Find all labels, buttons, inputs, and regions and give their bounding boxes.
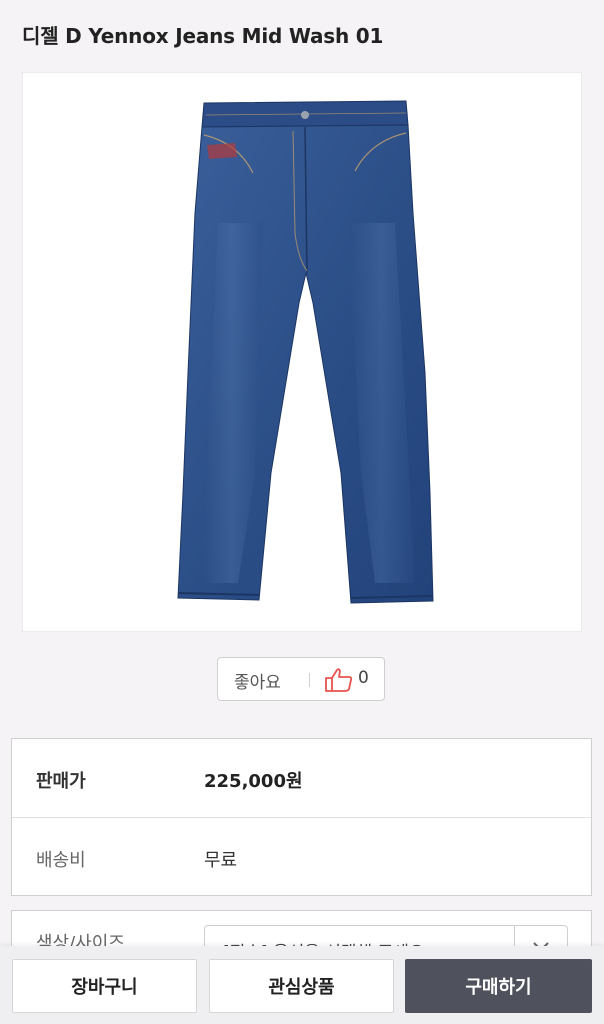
- shipping-value: 무료: [204, 850, 238, 871]
- thumbs-up-icon: [325, 668, 353, 692]
- price-value: 225,000원: [204, 771, 303, 792]
- jeans-image: [177, 100, 434, 604]
- product-detail-page: 디젤 D Yennox Jeans Mid Wash 01 좋아요 0 판매가 …: [0, 0, 604, 1024]
- like-button[interactable]: 좋아요 0: [217, 657, 385, 701]
- like-divider: [309, 673, 310, 687]
- shipping-label: 배송비: [36, 850, 86, 871]
- product-image[interactable]: [22, 72, 582, 632]
- price-row: 판매가 225,000원: [12, 739, 591, 818]
- like-count: 0: [358, 668, 369, 688]
- like-label: 좋아요: [234, 673, 281, 693]
- price-info-table: 판매가 225,000원 배송비 무료: [11, 738, 592, 896]
- price-label: 판매가: [36, 771, 86, 792]
- buy-button[interactable]: 구매하기: [405, 959, 592, 1013]
- wishlist-button[interactable]: 관심상품: [209, 959, 394, 1013]
- bottom-action-bar: 장바구니 관심상품 구매하기: [0, 946, 604, 1024]
- shipping-row: 배송비 무료: [12, 818, 591, 897]
- product-title: 디젤 D Yennox Jeans Mid Wash 01: [22, 24, 384, 48]
- cart-button[interactable]: 장바구니: [12, 959, 197, 1013]
